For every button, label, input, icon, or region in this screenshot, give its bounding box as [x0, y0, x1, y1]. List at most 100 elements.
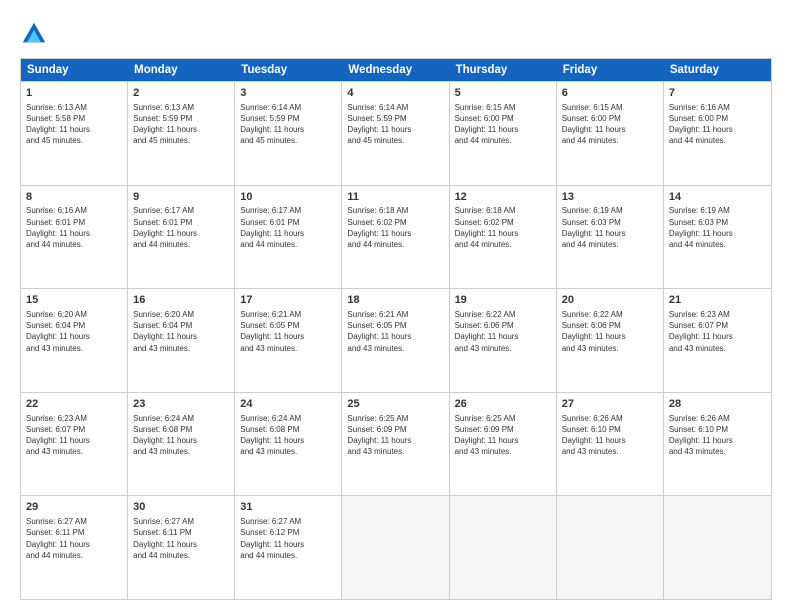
- day-number: 29: [26, 500, 122, 515]
- day-info: Sunrise: 6:16 AM Sunset: 6:00 PM Dayligh…: [669, 102, 766, 147]
- day-number: 16: [133, 293, 229, 308]
- cal-cell-day-18: 18Sunrise: 6:21 AM Sunset: 6:05 PM Dayli…: [342, 289, 449, 392]
- day-number: 19: [455, 293, 551, 308]
- day-info: Sunrise: 6:19 AM Sunset: 6:03 PM Dayligh…: [562, 205, 658, 250]
- day-info: Sunrise: 6:13 AM Sunset: 5:59 PM Dayligh…: [133, 102, 229, 147]
- calendar-row-1: 1Sunrise: 6:13 AM Sunset: 5:58 PM Daylig…: [21, 81, 771, 185]
- header-day-wednesday: Wednesday: [342, 59, 449, 81]
- day-number: 22: [26, 397, 122, 412]
- calendar-row-5: 29Sunrise: 6:27 AM Sunset: 6:11 PM Dayli…: [21, 495, 771, 599]
- day-info: Sunrise: 6:18 AM Sunset: 6:02 PM Dayligh…: [347, 205, 443, 250]
- day-number: 7: [669, 86, 766, 101]
- cal-cell-day-15: 15Sunrise: 6:20 AM Sunset: 6:04 PM Dayli…: [21, 289, 128, 392]
- header-day-friday: Friday: [557, 59, 664, 81]
- day-info: Sunrise: 6:25 AM Sunset: 6:09 PM Dayligh…: [347, 413, 443, 458]
- cal-cell-day-24: 24Sunrise: 6:24 AM Sunset: 6:08 PM Dayli…: [235, 393, 342, 496]
- cal-cell-day-3: 3Sunrise: 6:14 AM Sunset: 5:59 PM Daylig…: [235, 82, 342, 185]
- day-info: Sunrise: 6:27 AM Sunset: 6:12 PM Dayligh…: [240, 516, 336, 561]
- calendar: SundayMondayTuesdayWednesdayThursdayFrid…: [20, 58, 772, 600]
- cal-cell-day-16: 16Sunrise: 6:20 AM Sunset: 6:04 PM Dayli…: [128, 289, 235, 392]
- day-number: 31: [240, 500, 336, 515]
- day-info: Sunrise: 6:22 AM Sunset: 6:06 PM Dayligh…: [562, 309, 658, 354]
- day-number: 25: [347, 397, 443, 412]
- cal-cell-day-5: 5Sunrise: 6:15 AM Sunset: 6:00 PM Daylig…: [450, 82, 557, 185]
- cal-cell-empty: [557, 496, 664, 599]
- day-info: Sunrise: 6:23 AM Sunset: 6:07 PM Dayligh…: [26, 413, 122, 458]
- day-info: Sunrise: 6:14 AM Sunset: 5:59 PM Dayligh…: [347, 102, 443, 147]
- cal-cell-day-22: 22Sunrise: 6:23 AM Sunset: 6:07 PM Dayli…: [21, 393, 128, 496]
- header-day-thursday: Thursday: [450, 59, 557, 81]
- day-number: 27: [562, 397, 658, 412]
- cal-cell-empty: [450, 496, 557, 599]
- cal-cell-empty: [342, 496, 449, 599]
- day-number: 28: [669, 397, 766, 412]
- day-info: Sunrise: 6:13 AM Sunset: 5:58 PM Dayligh…: [26, 102, 122, 147]
- cal-cell-day-8: 8Sunrise: 6:16 AM Sunset: 6:01 PM Daylig…: [21, 186, 128, 289]
- header-day-sunday: Sunday: [21, 59, 128, 81]
- cal-cell-day-14: 14Sunrise: 6:19 AM Sunset: 6:03 PM Dayli…: [664, 186, 771, 289]
- day-info: Sunrise: 6:18 AM Sunset: 6:02 PM Dayligh…: [455, 205, 551, 250]
- cal-cell-day-6: 6Sunrise: 6:15 AM Sunset: 6:00 PM Daylig…: [557, 82, 664, 185]
- day-info: Sunrise: 6:17 AM Sunset: 6:01 PM Dayligh…: [133, 205, 229, 250]
- day-info: Sunrise: 6:21 AM Sunset: 6:05 PM Dayligh…: [347, 309, 443, 354]
- day-info: Sunrise: 6:24 AM Sunset: 6:08 PM Dayligh…: [240, 413, 336, 458]
- day-number: 10: [240, 190, 336, 205]
- day-info: Sunrise: 6:15 AM Sunset: 6:00 PM Dayligh…: [562, 102, 658, 147]
- day-number: 30: [133, 500, 229, 515]
- cal-cell-day-12: 12Sunrise: 6:18 AM Sunset: 6:02 PM Dayli…: [450, 186, 557, 289]
- day-info: Sunrise: 6:21 AM Sunset: 6:05 PM Dayligh…: [240, 309, 336, 354]
- calendar-row-2: 8Sunrise: 6:16 AM Sunset: 6:01 PM Daylig…: [21, 185, 771, 289]
- day-info: Sunrise: 6:20 AM Sunset: 6:04 PM Dayligh…: [133, 309, 229, 354]
- day-info: Sunrise: 6:27 AM Sunset: 6:11 PM Dayligh…: [133, 516, 229, 561]
- cal-cell-day-28: 28Sunrise: 6:26 AM Sunset: 6:10 PM Dayli…: [664, 393, 771, 496]
- logo-icon: [20, 20, 48, 48]
- day-info: Sunrise: 6:15 AM Sunset: 6:00 PM Dayligh…: [455, 102, 551, 147]
- day-info: Sunrise: 6:27 AM Sunset: 6:11 PM Dayligh…: [26, 516, 122, 561]
- cal-cell-day-29: 29Sunrise: 6:27 AM Sunset: 6:11 PM Dayli…: [21, 496, 128, 599]
- day-number: 11: [347, 190, 443, 205]
- calendar-body: 1Sunrise: 6:13 AM Sunset: 5:58 PM Daylig…: [21, 81, 771, 599]
- day-number: 9: [133, 190, 229, 205]
- cal-cell-day-11: 11Sunrise: 6:18 AM Sunset: 6:02 PM Dayli…: [342, 186, 449, 289]
- day-number: 17: [240, 293, 336, 308]
- day-info: Sunrise: 6:26 AM Sunset: 6:10 PM Dayligh…: [669, 413, 766, 458]
- day-info: Sunrise: 6:19 AM Sunset: 6:03 PM Dayligh…: [669, 205, 766, 250]
- cal-cell-empty: [664, 496, 771, 599]
- header-day-monday: Monday: [128, 59, 235, 81]
- header-day-tuesday: Tuesday: [235, 59, 342, 81]
- day-info: Sunrise: 6:23 AM Sunset: 6:07 PM Dayligh…: [669, 309, 766, 354]
- day-info: Sunrise: 6:25 AM Sunset: 6:09 PM Dayligh…: [455, 413, 551, 458]
- cal-cell-day-10: 10Sunrise: 6:17 AM Sunset: 6:01 PM Dayli…: [235, 186, 342, 289]
- day-number: 14: [669, 190, 766, 205]
- day-number: 24: [240, 397, 336, 412]
- cal-cell-day-17: 17Sunrise: 6:21 AM Sunset: 6:05 PM Dayli…: [235, 289, 342, 392]
- day-number: 13: [562, 190, 658, 205]
- day-number: 8: [26, 190, 122, 205]
- day-number: 5: [455, 86, 551, 101]
- cal-cell-day-2: 2Sunrise: 6:13 AM Sunset: 5:59 PM Daylig…: [128, 82, 235, 185]
- cal-cell-day-25: 25Sunrise: 6:25 AM Sunset: 6:09 PM Dayli…: [342, 393, 449, 496]
- day-info: Sunrise: 6:24 AM Sunset: 6:08 PM Dayligh…: [133, 413, 229, 458]
- day-number: 18: [347, 293, 443, 308]
- day-info: Sunrise: 6:16 AM Sunset: 6:01 PM Dayligh…: [26, 205, 122, 250]
- cal-cell-day-19: 19Sunrise: 6:22 AM Sunset: 6:06 PM Dayli…: [450, 289, 557, 392]
- day-number: 15: [26, 293, 122, 308]
- header: [20, 16, 772, 48]
- day-number: 2: [133, 86, 229, 101]
- cal-cell-day-27: 27Sunrise: 6:26 AM Sunset: 6:10 PM Dayli…: [557, 393, 664, 496]
- header-day-saturday: Saturday: [664, 59, 771, 81]
- cal-cell-day-26: 26Sunrise: 6:25 AM Sunset: 6:09 PM Dayli…: [450, 393, 557, 496]
- day-number: 26: [455, 397, 551, 412]
- cal-cell-day-23: 23Sunrise: 6:24 AM Sunset: 6:08 PM Dayli…: [128, 393, 235, 496]
- calendar-row-3: 15 Sunrise: 6:20 AM Sunset: 6:04 PM Dayli…: [21, 288, 771, 392]
- logo: [20, 20, 50, 48]
- cal-cell-day-20: 20Sunrise: 6:22 AM Sunset: 6:06 PM Dayli…: [557, 289, 664, 392]
- day-number: 23: [133, 397, 229, 412]
- cal-cell-day-13: 13Sunrise: 6:19 AM Sunset: 6:03 PM Dayli…: [557, 186, 664, 289]
- day-number: 21: [669, 293, 766, 308]
- day-number: 3: [240, 86, 336, 101]
- cal-cell-day-9: 9Sunrise: 6:17 AM Sunset: 6:01 PM Daylig…: [128, 186, 235, 289]
- day-number: 4: [347, 86, 443, 101]
- calendar-row-4: 22Sunrise: 6:23 AM Sunset: 6:07 PM Dayli…: [21, 392, 771, 496]
- cal-cell-day-1: 1Sunrise: 6:13 AM Sunset: 5:58 PM Daylig…: [21, 82, 128, 185]
